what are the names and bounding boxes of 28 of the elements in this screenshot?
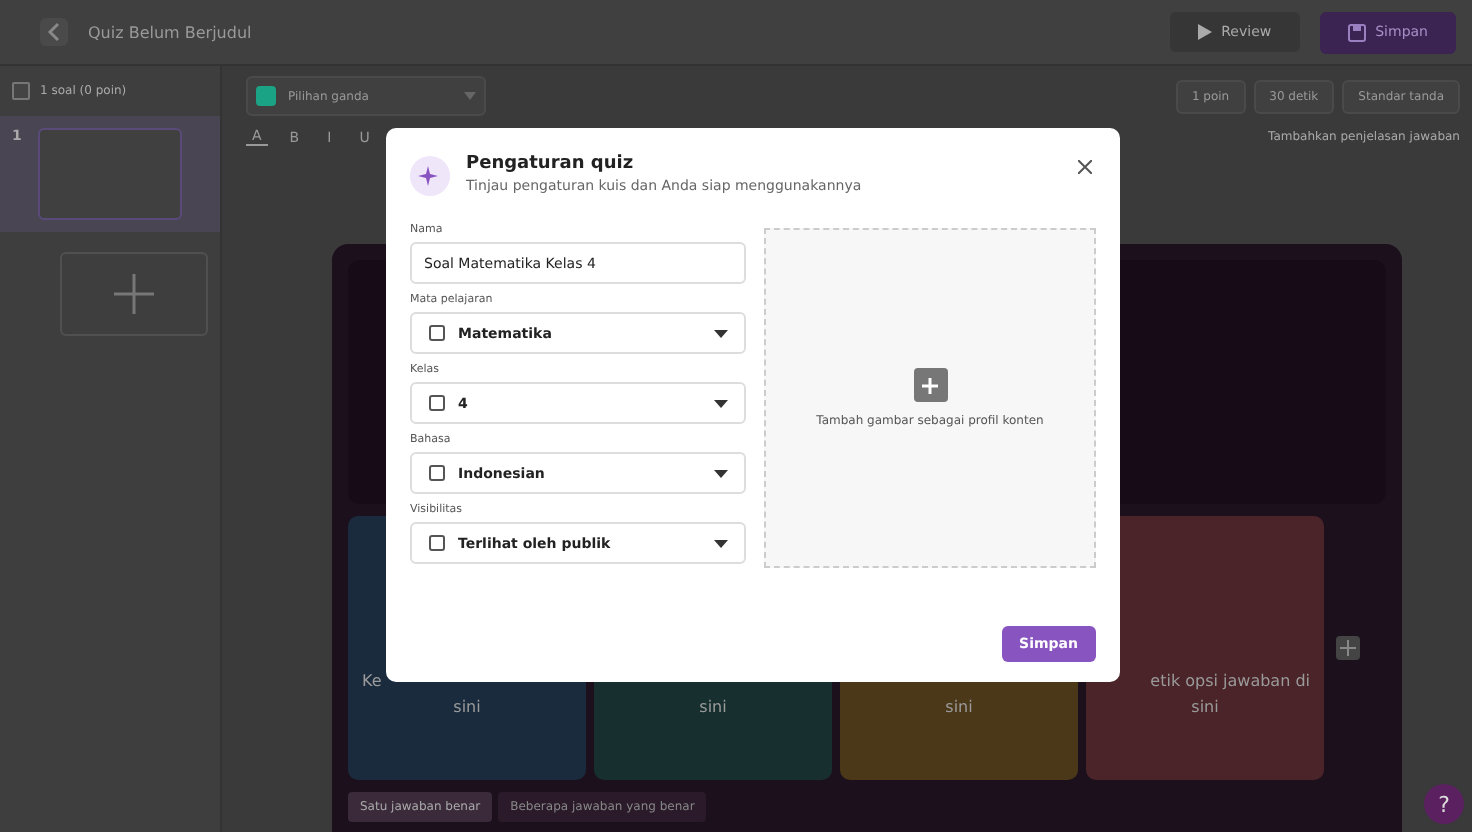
answer-text: sini: [945, 696, 973, 720]
caret-icon: [714, 399, 728, 407]
answer-text: etik opsi jawaban di: [1150, 670, 1310, 694]
back-button[interactable]: [40, 18, 68, 46]
plus-icon: [1340, 640, 1356, 656]
caret-icon: [714, 469, 728, 477]
list-icon: [256, 86, 276, 106]
dialog-title: Pengaturan quiz: [466, 154, 636, 174]
close-icon: [1078, 160, 1092, 174]
caret-icon: [464, 92, 476, 100]
quiz-title: Quiz Belum Berjudul: [88, 23, 252, 41]
chevron-left-icon: [46, 22, 62, 42]
answer-option[interactable]: etik opsi jawaban di sini: [1086, 516, 1324, 780]
save-icon: [1347, 23, 1366, 41]
answer-text: sini: [453, 696, 481, 720]
help-button[interactable]: ?: [1424, 784, 1464, 824]
plus-icon: [913, 368, 947, 402]
plus-icon: [112, 272, 156, 316]
add-slide-button[interactable]: [60, 252, 208, 336]
sparkle-icon: [410, 156, 450, 196]
answer-text: sini: [1191, 696, 1219, 720]
play-icon: [1197, 24, 1212, 40]
caret-icon: [714, 539, 728, 547]
select-all-checkbox[interactable]: [12, 82, 30, 100]
answer-text: Ke: [362, 670, 382, 694]
add-option-button[interactable]: [1336, 636, 1360, 660]
answer-text: sini: [699, 696, 727, 720]
caret-icon: [714, 329, 728, 337]
